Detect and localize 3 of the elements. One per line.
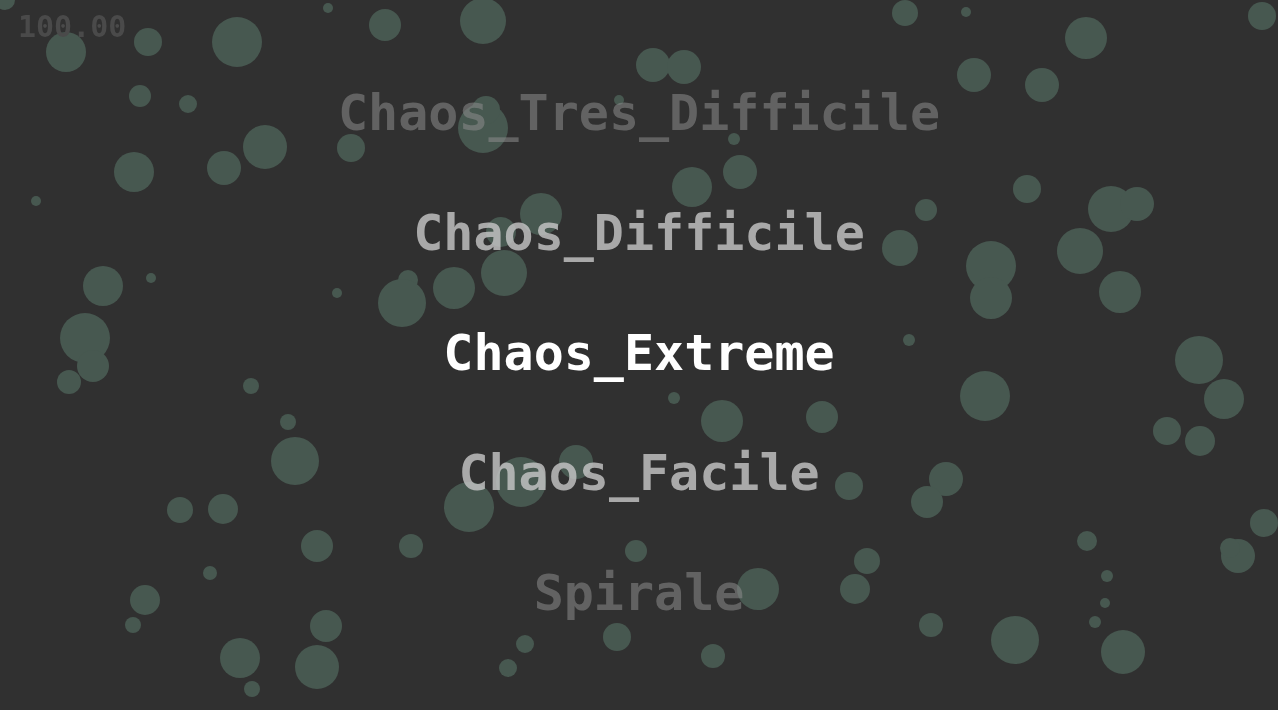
menu-item[interactable]: Chaos_Extreme [443, 293, 835, 413]
menu-item[interactable]: Chaos_Facile [458, 413, 820, 533]
menu-item[interactable]: Chaos_Difficile [413, 173, 865, 293]
